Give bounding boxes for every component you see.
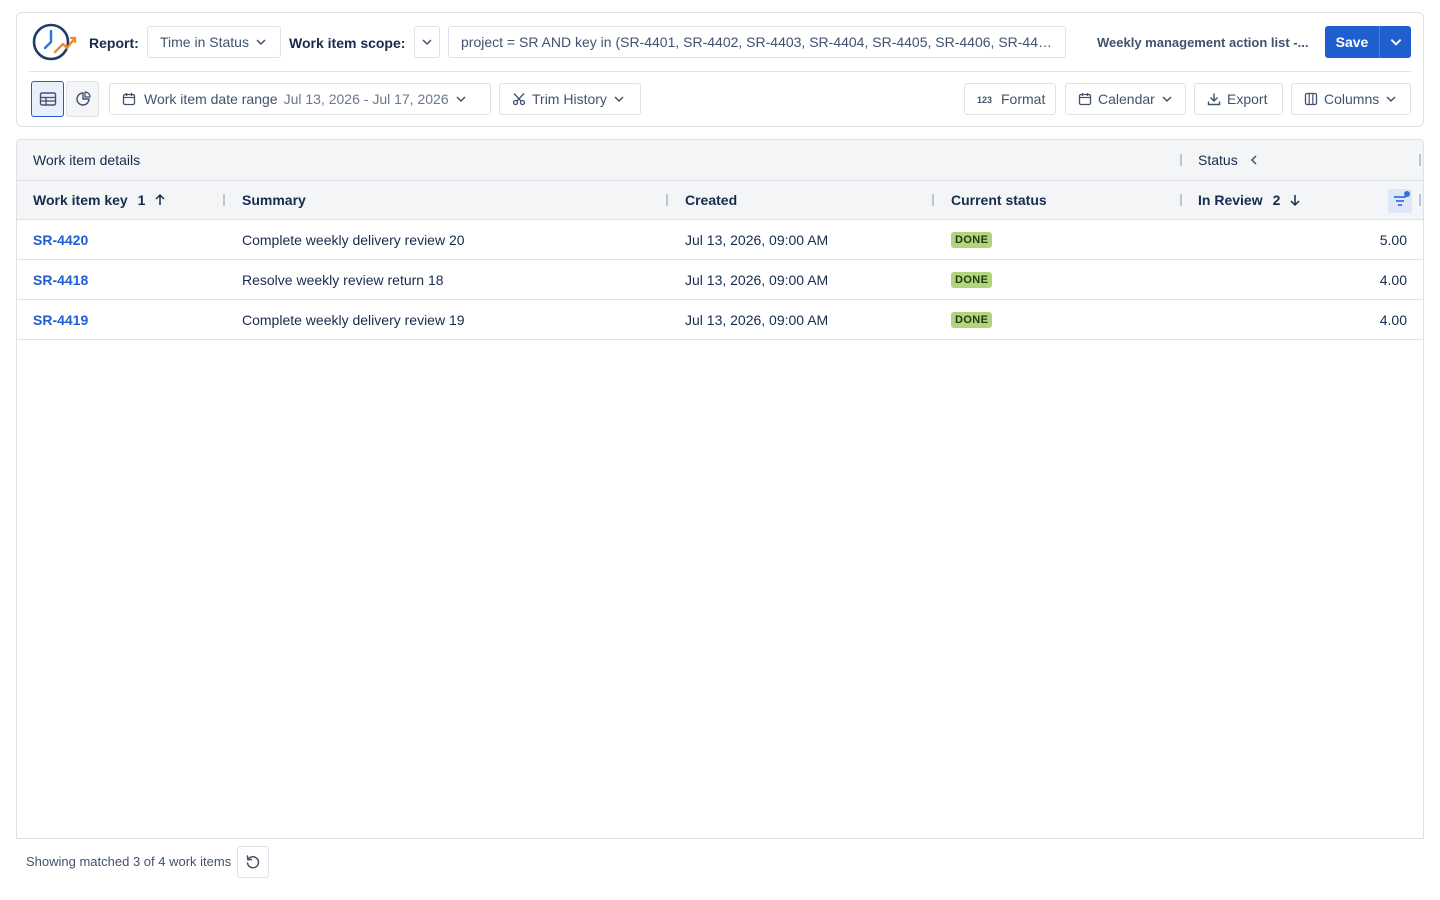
chevron-down-icon [422,39,432,46]
column-header-created[interactable]: Created [685,181,737,219]
column-header-summary[interactable]: Summary [242,181,306,219]
work-item-key-link[interactable]: SR-4420 [33,232,88,248]
chart-view-button[interactable] [66,81,99,117]
scope-query-input[interactable]: project = SR AND key in (SR-4401, SR-440… [448,26,1066,58]
calendar-button[interactable]: Calendar [1065,83,1186,115]
chevron-down-icon [614,96,624,103]
export-button[interactable]: Export [1194,83,1283,115]
refresh-button[interactable] [237,846,269,878]
clock-chart-logo-icon [31,22,77,62]
column-header-in-review-label: In Review [1198,192,1263,208]
scope-label: Work item scope: [289,35,406,51]
format-label: Format [1001,91,1046,107]
date-range-label: Work item date range [144,91,278,107]
toolbar-divider [29,71,1411,72]
columns-button[interactable]: Columns [1291,83,1411,115]
column-header-key-label: Work item key [33,192,128,208]
pie-chart-icon [75,91,91,106]
save-button[interactable]: Save [1325,26,1379,58]
format-button[interactable]: 123 Format [964,83,1056,115]
chevron-down-icon [1390,39,1401,46]
summary-cell: Complete weekly delivery review 19 [242,311,465,328]
scissors-icon [512,93,526,106]
column-header-in-review[interactable]: In Review 2 [1198,181,1302,219]
table-row[interactable]: SR-4420 Complete weekly delivery review … [17,220,1423,260]
view-toggle [31,81,99,117]
in-review-cell: 4.00 [1379,271,1407,288]
save-options-button[interactable] [1379,26,1411,58]
column-resize-handle[interactable] [1180,154,1182,166]
calendar-icon [122,93,136,106]
toolbar-row-filters: Work item date range Jul 13, 2026 - Jul … [17,73,1423,128]
report-toolbar: Report: Time in Status Work item scope: … [16,12,1424,127]
svg-text:123: 123 [977,95,992,105]
group-header-status[interactable]: Status [1198,140,1260,180]
column-resize-handle[interactable] [1419,154,1421,166]
report-type-select[interactable]: Time in Status [147,26,281,58]
calendar-label: Calendar [1098,91,1155,107]
download-icon [1207,93,1221,106]
table-footer: Showing matched 3 of 4 work items [0,839,1440,900]
column-filter-button[interactable] [1388,189,1412,213]
table-icon [39,92,56,106]
in-review-cell: 4.00 [1379,311,1407,328]
created-cell: Jul 13, 2026, 09:00 AM [685,231,829,248]
filter-icon [1394,196,1406,206]
created-cell: Jul 13, 2026, 09:00 AM [685,271,829,288]
table-row[interactable]: SR-4419 Complete weekly delivery review … [17,300,1423,340]
summary-cell: Resolve weekly review return 18 [242,271,444,288]
sort-ascending-icon [155,193,165,205]
table-view-button[interactable] [31,81,64,117]
group-header-row: Work item details Status [17,140,1423,181]
work-item-key-link[interactable]: SR-4418 [33,272,88,288]
column-resize-handle[interactable] [932,194,934,206]
scope-mode-dropdown[interactable] [414,26,440,58]
column-resize-handle[interactable] [666,194,668,206]
matched-count-text: Showing matched 3 of 4 work items [26,854,232,869]
number-format-icon: 123 [977,95,992,105]
sort-order-badge: 1 [137,192,146,208]
column-header-current-status[interactable]: Current status [951,181,1047,219]
created-cell: Jul 13, 2026, 09:00 AM [685,311,829,328]
status-badge: DONE [951,311,993,328]
group-header-details: Work item details [33,152,141,168]
column-resize-handle[interactable] [1180,194,1182,206]
in-review-cell: 5.00 [1379,231,1407,248]
report-label: Report: [89,35,139,51]
table-row[interactable]: SR-4418 Resolve weekly review return 18 … [17,260,1423,300]
column-header-key[interactable]: Work item key 1 [33,181,167,219]
date-range-value: Jul 13, 2026 - Jul 17, 2026 [283,91,449,107]
status-badge: DONE [951,271,993,288]
work-item-key-link[interactable]: SR-4419 [33,312,88,328]
chevron-left-icon[interactable] [1248,154,1260,166]
report-table: Work item details Status Work item key 1… [16,139,1424,839]
report-type-value: Time in Status [160,34,249,50]
status-badge: DONE [951,231,993,248]
calendar-icon [1078,93,1092,106]
column-resize-handle[interactable] [1419,194,1421,206]
chevron-down-icon [1386,96,1396,103]
sort-order-badge: 2 [1272,192,1281,208]
scope-query-text: project = SR AND key in (SR-4401, SR-440… [461,34,1055,50]
export-label: Export [1227,91,1268,107]
filter-active-indicator [1404,191,1410,197]
chevron-down-icon [256,39,266,46]
summary-cell: Complete weekly delivery review 20 [242,231,465,248]
date-range-picker[interactable]: Work item date range Jul 13, 2026 - Jul … [109,83,491,115]
columns-icon [1304,92,1318,106]
column-resize-handle[interactable] [223,194,225,206]
chevron-down-icon [456,96,466,103]
trim-history-button[interactable]: Trim History [499,83,641,115]
chevron-down-icon [1162,96,1172,103]
toolbar-row-report: Report: Time in Status Work item scope: … [17,13,1423,72]
sort-descending-icon [1290,195,1300,207]
trim-history-label: Trim History [532,91,607,107]
group-header-status-label: Status [1198,152,1238,168]
column-header-row: Work item key 1 Summary Created Current … [17,181,1423,220]
columns-label: Columns [1324,91,1380,107]
save-button-group: Save [1325,26,1411,58]
saved-report-name[interactable]: Weekly management action list -... [1097,35,1308,50]
refresh-icon [246,855,260,869]
